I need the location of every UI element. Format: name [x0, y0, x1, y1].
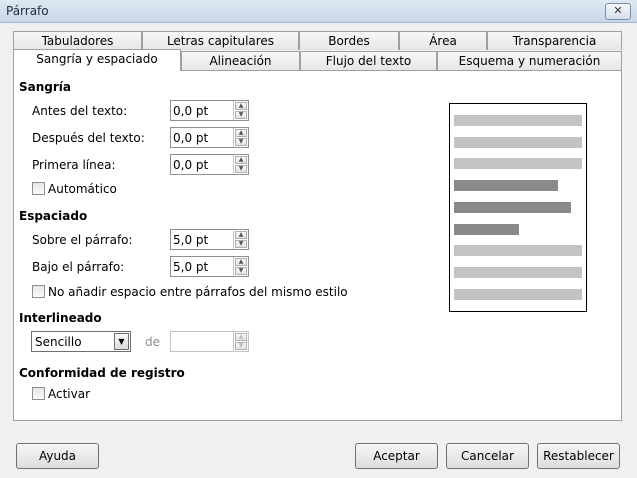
close-icon: ✕	[613, 4, 623, 17]
window-title: Párrafo	[6, 4, 49, 18]
tab-letras-capitulares[interactable]: Letras capitulares	[142, 31, 299, 50]
tab-area[interactable]: Área	[399, 31, 487, 50]
tab-transparencia[interactable]: Transparencia	[487, 31, 622, 50]
reset-button[interactable]: Restablecer	[537, 443, 620, 469]
ok-button[interactable]: Aceptar	[355, 443, 438, 469]
tab-flujo-texto[interactable]: Flujo del texto	[300, 51, 437, 70]
cancel-button[interactable]: Cancelar	[446, 443, 529, 469]
tab-bordes[interactable]: Bordes	[299, 31, 399, 50]
title-bar: Párrafo ✕	[0, 0, 637, 23]
close-button[interactable]: ✕	[605, 3, 631, 20]
tab-tabuladores[interactable]: Tabuladores	[13, 31, 142, 50]
help-button[interactable]: Ayuda	[16, 443, 99, 469]
tab-esquema-numeracion[interactable]: Esquema y numeración	[437, 51, 622, 70]
tab-alineacion[interactable]: Alineación	[181, 51, 300, 70]
tab-sangria-espaciado[interactable]: Sangría y espaciado	[13, 49, 181, 71]
tab-panel	[13, 70, 622, 421]
